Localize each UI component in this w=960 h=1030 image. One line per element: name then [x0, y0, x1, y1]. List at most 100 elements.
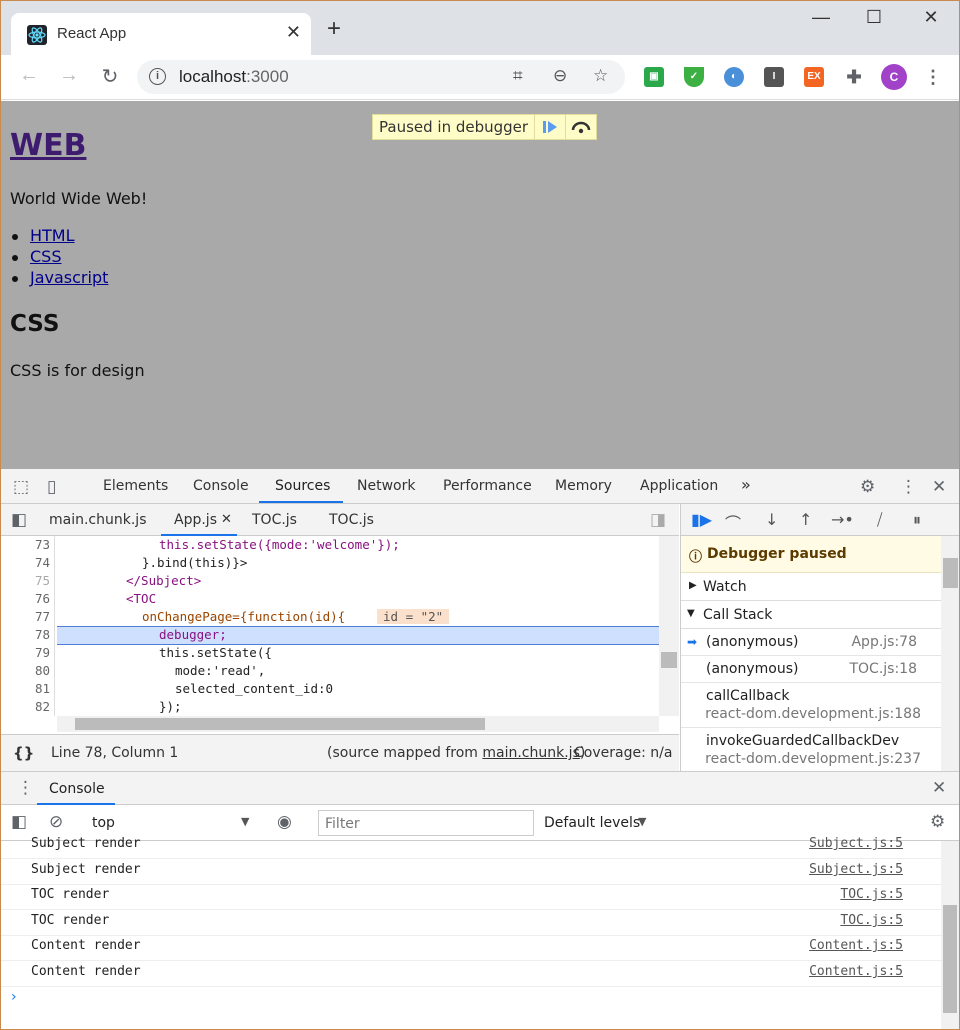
tab-elements[interactable]: Elements [103, 478, 168, 494]
file-tab-app-js[interactable]: App.js [174, 512, 217, 528]
message-source-link[interactable]: TOC.js:5 [840, 887, 903, 902]
forward-icon[interactable]: → [57, 64, 81, 87]
line-number[interactable]: 79 [1, 645, 50, 660]
browser-tab[interactable]: React App ✕ [11, 13, 311, 55]
close-tab-icon[interactable]: ✕ [286, 22, 301, 43]
nav-link-css[interactable]: CSS [30, 247, 61, 266]
settings-gear-icon[interactable]: ⚙ [860, 477, 875, 497]
call-frame[interactable]: invokeGuardedCallbackDev react-dom.devel… [681, 728, 941, 771]
call-frame[interactable]: callCallback react-dom.development.js:18… [681, 683, 941, 728]
scroll-thumb[interactable] [943, 558, 958, 588]
toggle-navigator-icon[interactable]: ◧ [11, 510, 27, 530]
close-drawer-icon[interactable]: ✕ [932, 778, 946, 798]
page-heading-link[interactable]: WEB [10, 128, 86, 163]
toggle-debugger-icon[interactable]: ◨ [650, 510, 666, 530]
scroll-thumb[interactable] [75, 718, 485, 730]
console-prompt-icon[interactable]: › [11, 989, 17, 1005]
close-devtools-icon[interactable]: ✕ [932, 477, 946, 497]
line-number[interactable]: 76 [1, 591, 50, 606]
console-scrollbar[interactable] [941, 841, 959, 1029]
step-over-icon[interactable]: ⌒ [725, 510, 741, 534]
address-bar[interactable]: i localhost:3000 ⌗ ⊖ ☆ [137, 60, 625, 94]
site-info-icon[interactable]: i [149, 68, 166, 85]
step-out-icon[interactable]: ↑ [799, 510, 812, 529]
context-selector[interactable]: top [92, 815, 115, 831]
tab-sources[interactable]: Sources [275, 478, 330, 494]
watch-section[interactable]: ▶ Watch [681, 573, 941, 601]
pretty-print-icon[interactable]: {} [13, 744, 34, 762]
message-source-link[interactable]: Subject.js:5 [809, 836, 903, 851]
dropdown-arrow-icon[interactable]: ▼ [241, 815, 249, 828]
tab-memory[interactable]: Memory [555, 478, 612, 494]
call-stack-section[interactable]: ▼ Call Stack [681, 601, 941, 629]
profile-avatar[interactable]: C [881, 64, 907, 90]
line-number[interactable]: 75 [1, 573, 50, 588]
extension-ex-icon[interactable]: EX [804, 67, 824, 87]
device-toggle-icon[interactable]: ▯ [47, 477, 56, 497]
menu-kebab-icon[interactable]: ⋮ [923, 67, 943, 87]
new-tab-icon[interactable]: + [327, 17, 341, 41]
shield-icon[interactable]: ✓ [684, 67, 704, 87]
devtools-menu-icon[interactable]: ⋮ [900, 477, 917, 497]
log-levels-dropdown[interactable]: Default levels [544, 815, 640, 831]
extensions-puzzle-icon[interactable]: ✚ [844, 67, 864, 87]
pause-exceptions-icon[interactable]: ⏸ [913, 510, 921, 530]
line-number[interactable]: 80 [1, 663, 50, 678]
reload-icon[interactable]: ↻ [98, 64, 122, 89]
nav-link-html[interactable]: HTML [30, 226, 75, 245]
extension-dark-icon[interactable]: I [764, 67, 784, 87]
inspect-element-icon[interactable]: ⬚ [13, 477, 29, 497]
file-tab-toc-js[interactable]: TOC.js [252, 512, 297, 528]
maximize-icon[interactable]: ☐ [859, 7, 889, 28]
scroll-thumb[interactable] [943, 905, 957, 1013]
message-source-link[interactable]: Subject.js:5 [809, 862, 903, 877]
nav-link-javascript[interactable]: Javascript [30, 268, 108, 287]
file-tab-main-chunk[interactable]: main.chunk.js [49, 512, 147, 528]
clear-console-icon[interactable]: ⊘ [49, 812, 63, 832]
call-frame[interactable]: ➡ (anonymous) App.js:78 [681, 629, 941, 656]
minimize-icon[interactable]: — [806, 7, 836, 28]
tab-network[interactable]: Network [357, 478, 415, 494]
live-expression-eye-icon[interactable]: ◉ [277, 812, 292, 832]
deactivate-breakpoints-icon[interactable]: ⧸ [877, 510, 882, 530]
message-source-link[interactable]: TOC.js:5 [840, 913, 903, 928]
line-number[interactable]: 82 [1, 699, 50, 714]
line-number[interactable]: 78 [1, 627, 50, 642]
translate-icon[interactable]: ⌗ [513, 66, 523, 86]
message-source-link[interactable]: Content.js:5 [809, 964, 903, 979]
more-tabs-icon[interactable]: » [741, 475, 751, 494]
editor-vertical-scrollbar[interactable] [659, 536, 679, 716]
back-icon[interactable]: ← [17, 64, 41, 87]
step-icon[interactable]: →• [831, 510, 854, 529]
console-settings-gear-icon[interactable]: ⚙ [930, 812, 945, 832]
call-frame[interactable]: (anonymous) TOC.js:18 [681, 656, 941, 683]
close-file-tab-icon[interactable]: ✕ [221, 512, 232, 527]
close-window-icon[interactable]: ✕ [916, 7, 946, 28]
tab-console[interactable]: Console [193, 478, 249, 494]
tab-performance[interactable]: Performance [443, 478, 532, 494]
resume-button[interactable] [534, 115, 565, 139]
editor-horizontal-scrollbar[interactable] [57, 716, 659, 732]
source-map-link[interactable]: main.chunk.js [482, 745, 580, 761]
message-source-link[interactable]: Content.js:5 [809, 938, 903, 953]
line-number[interactable]: 73 [1, 537, 50, 552]
drawer-tab-console[interactable]: Console [49, 781, 105, 797]
zoom-icon[interactable]: ⊖ [553, 66, 567, 86]
drawer-menu-icon[interactable]: ⋮ [17, 778, 34, 798]
bookmark-star-icon[interactable]: ☆ [593, 66, 608, 86]
step-into-icon[interactable]: ↓ [765, 510, 778, 529]
resume-icon[interactable]: ▮▶ [691, 510, 712, 529]
line-number[interactable]: 81 [1, 681, 50, 696]
console-sidebar-icon[interactable]: ◧ [11, 812, 27, 832]
line-number[interactable]: 77 [1, 609, 50, 624]
step-over-button[interactable] [565, 115, 596, 139]
sidebar-scrollbar[interactable] [941, 536, 959, 771]
line-number[interactable]: 74 [1, 555, 50, 570]
code-editor[interactable]: 73 74 75 76 77 78 79 80 81 82 83 this.se… [1, 536, 679, 716]
extension-blue-icon[interactable]: ◐ [724, 67, 744, 87]
file-tab-toc-js-2[interactable]: TOC.js [329, 512, 374, 528]
extension-green-icon[interactable]: ▣ [644, 67, 664, 87]
tab-application[interactable]: Application [640, 478, 718, 494]
levels-arrow-icon[interactable]: ▼ [638, 815, 646, 828]
scroll-thumb[interactable] [661, 652, 677, 668]
